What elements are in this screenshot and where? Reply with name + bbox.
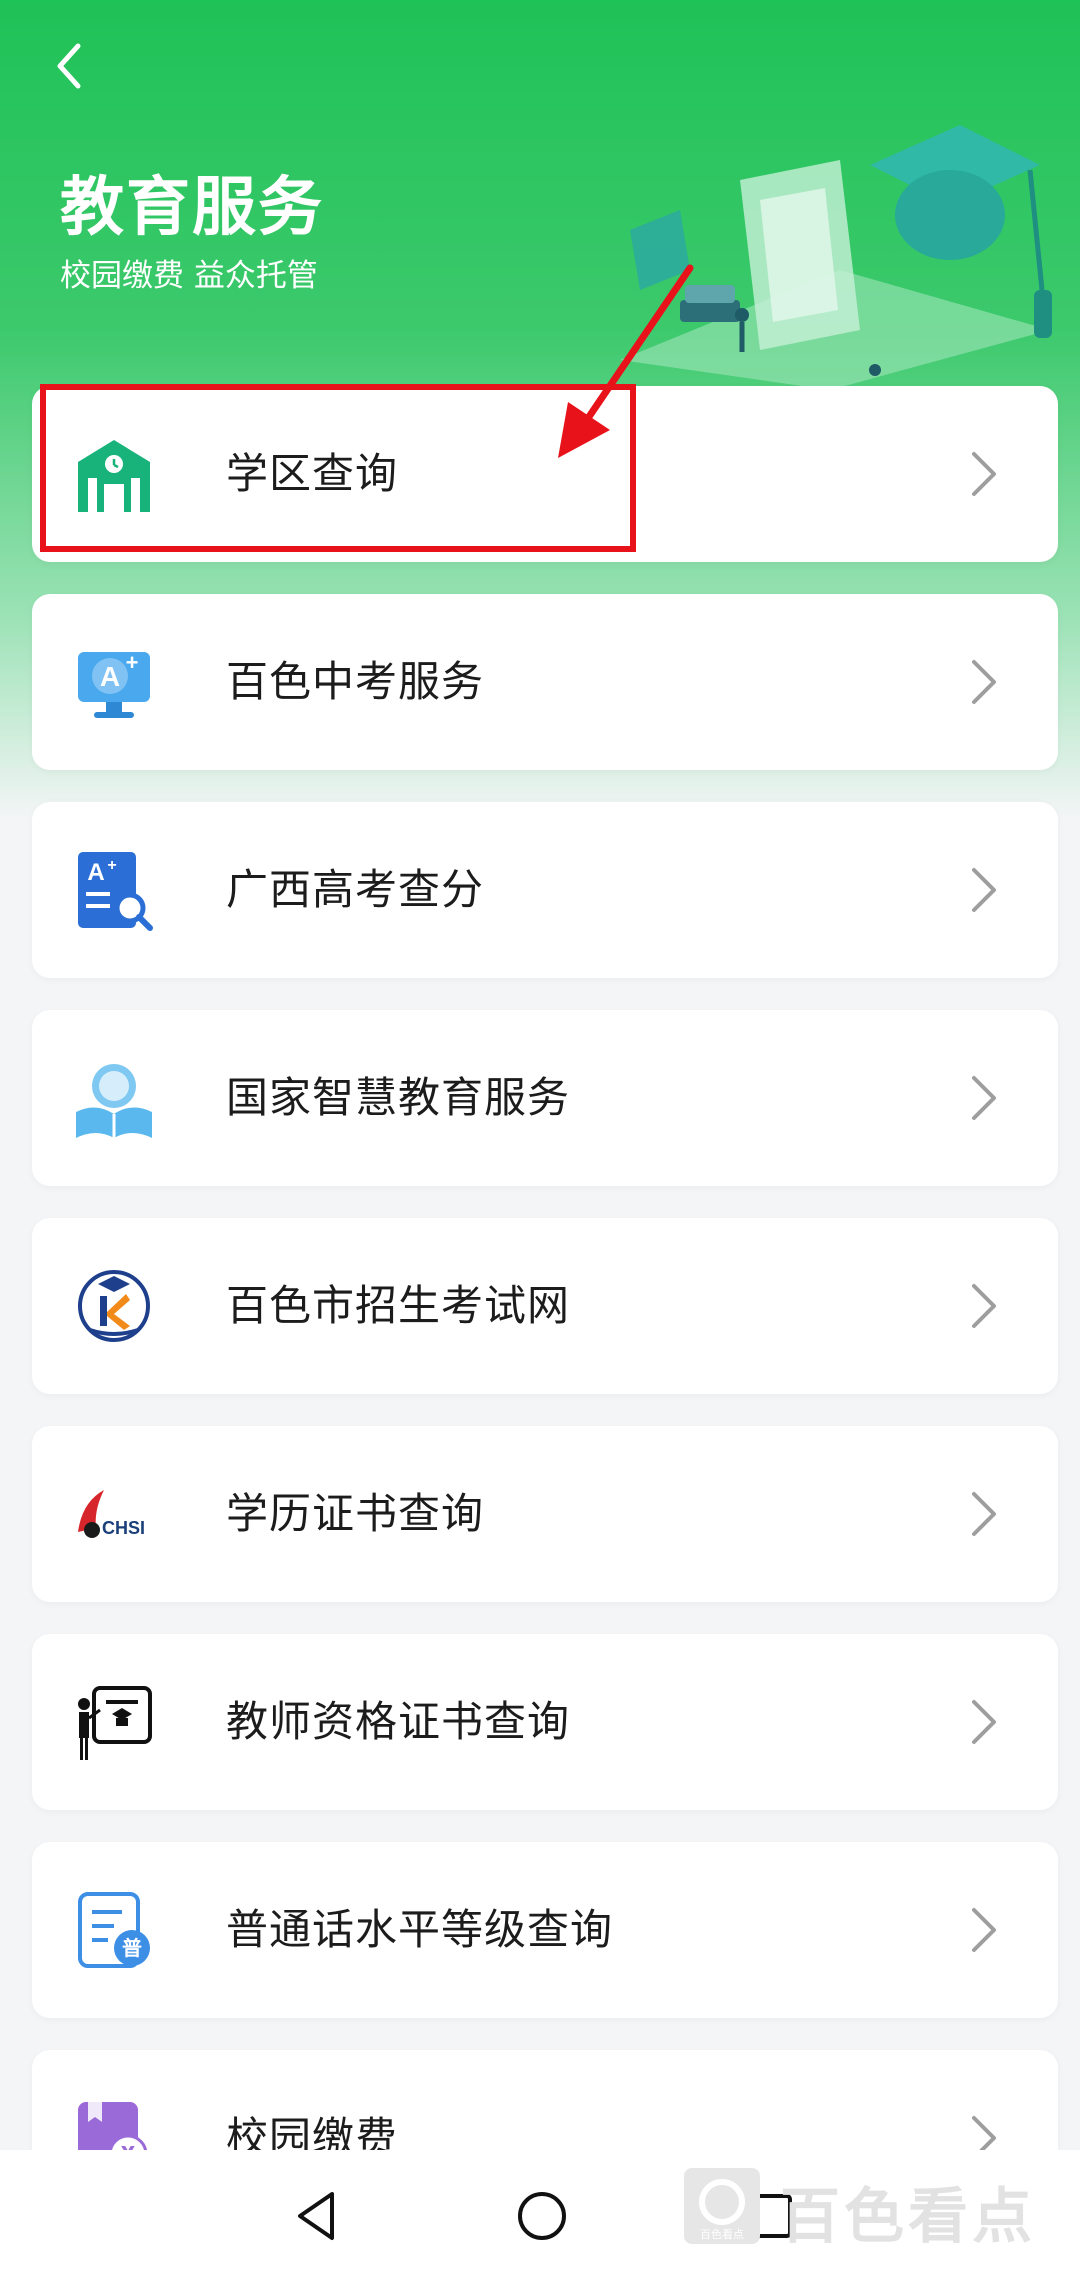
svg-text:普: 普 <box>122 1936 142 1960</box>
svg-text:百色看点: 百色看点 <box>700 2227 744 2241</box>
system-navigation-bar: 百色看点 百色看点 <box>0 2150 1080 2280</box>
list-item-label: 教师资格证书查询 <box>226 1697 571 1746</box>
student-reading-icon <box>76 1064 152 1138</box>
list-item-gaokao[interactable]: A + 广西高考查分 <box>32 802 1058 978</box>
page-title: 教育服务 <box>60 171 324 245</box>
list-item-zhongkao[interactable]: A + 百色中考服务 <box>32 594 1058 770</box>
monitor-a-plus-icon: A + <box>78 650 150 718</box>
list-item-teacher-certificate[interactable]: 教师资格证书查询 <box>32 1634 1058 1810</box>
list-item-label: 国家智慧教育服务 <box>226 1073 571 1122</box>
chevron-right-icon <box>972 1492 996 1536</box>
chevron-right-icon <box>972 868 996 912</box>
list-item-putonghua[interactable]: 普 普通话水平等级查询 <box>32 1842 1058 2018</box>
list-item-label: 百色中考服务 <box>226 657 485 706</box>
list-item-label: 普通话水平等级查询 <box>226 1905 614 1954</box>
list-item-label: 广西高考查分 <box>226 865 485 914</box>
list-item-smart-education[interactable]: 国家智慧教育服务 <box>32 1010 1058 1186</box>
svg-text:A: A <box>100 661 120 692</box>
list-item-degree-certificate[interactable]: CHSI 学历证书查询 <box>32 1426 1058 1602</box>
watermark-text: 百色看点 <box>780 2182 1036 2252</box>
list-item-exam-admission[interactable]: 百色市招生考试网 <box>32 1218 1058 1394</box>
svg-text:+: + <box>107 857 116 874</box>
list-item-label: 学历证书查询 <box>226 1489 485 1538</box>
svg-text:+: + <box>126 650 139 675</box>
nav-back-icon[interactable] <box>288 2186 348 2246</box>
list-item-label: 百色市招生考试网 <box>226 1281 571 1330</box>
service-list: 学区查询 A + 百色中考服务 A + 广西高考查分 国家智慧教育服务 百色市招… <box>32 386 1058 2258</box>
back-arrow-icon[interactable] <box>40 36 100 96</box>
exam-logo-icon <box>78 1270 150 1342</box>
chevron-right-icon <box>972 660 996 704</box>
chevron-right-icon <box>972 1908 996 1952</box>
svg-text:CHSI: CHSI <box>102 1518 145 1538</box>
score-search-icon: A + <box>78 852 153 931</box>
watermark-logo: 百色看点 百色看点 <box>680 2160 1060 2252</box>
putonghua-doc-icon: 普 <box>78 1892 150 1968</box>
chevron-right-icon <box>972 452 996 496</box>
watermark-logo-icon: 百色看点 <box>684 2168 760 2244</box>
svg-text:A: A <box>87 859 104 886</box>
chevron-right-icon <box>972 1076 996 1120</box>
chevron-right-icon <box>972 1700 996 1744</box>
annotation-arrow-icon <box>558 264 694 458</box>
chevron-right-icon <box>972 1284 996 1328</box>
nav-home-icon[interactable] <box>512 2186 572 2246</box>
chsi-logo-icon: CHSI <box>78 1490 145 1538</box>
teacher-board-icon <box>78 1686 152 1760</box>
page-subtitle: 校园缴费 益众托管 <box>60 258 318 294</box>
